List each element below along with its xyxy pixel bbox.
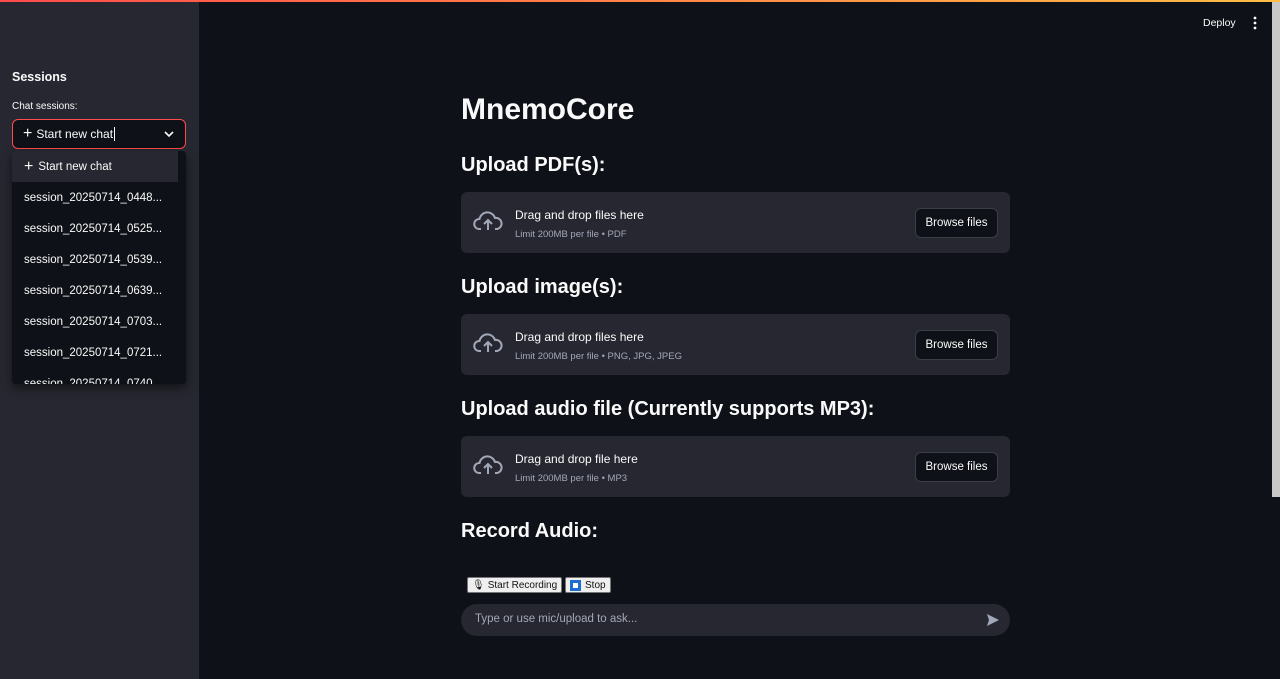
dropzone-instructions: Drag and drop files here <box>515 330 644 344</box>
select-value: Start new chat <box>36 127 114 141</box>
browse-files-button[interactable]: Browse files <box>915 208 998 238</box>
browse-files-button[interactable]: Browse files <box>915 330 998 360</box>
dropzone-instructions: Drag and drop files here <box>515 208 644 222</box>
pdf-upload-heading: Upload PDF(s): <box>461 154 606 176</box>
cloud-upload-icon <box>473 211 503 230</box>
session-dropdown-list: + Start new chat session_20250714_0448..… <box>12 151 186 384</box>
record-audio-heading: Record Audio: <box>461 520 599 542</box>
dropzone-limit: Limit 200MB per file • PDF <box>515 229 627 240</box>
option-session[interactable]: session_20250714_0448... <box>12 182 186 213</box>
image-upload-heading: Upload image(s): <box>461 276 624 298</box>
start-recording-label: Start Recording <box>487 579 558 591</box>
option-session[interactable]: session_20250714_0721... <box>12 337 186 368</box>
option-start-new-chat[interactable]: + Start new chat <box>12 151 178 182</box>
dropzone-limit: Limit 200MB per file • MP3 <box>515 473 628 484</box>
start-recording-button[interactable]: 🎙 Start Recording <box>467 577 563 593</box>
stop-icon <box>570 579 581 591</box>
option-session[interactable]: session_20250714_0639... <box>12 275 186 306</box>
main-menu-icon[interactable] <box>1252 16 1258 30</box>
page-scrollbar[interactable] <box>1272 2 1280 497</box>
chevron-down-icon[interactable] <box>163 128 175 140</box>
cloud-upload-icon <box>473 455 503 474</box>
option-session[interactable]: session_20250714_0525... <box>12 213 186 244</box>
option-session[interactable]: session_20250714_0539... <box>12 244 186 275</box>
page-title: MnemoCore <box>461 93 635 126</box>
dropzone-limit: Limit 200MB per file • PNG, JPG, JPEG <box>515 351 682 362</box>
audio-upload-heading: Upload audio file (Currently supports MP… <box>461 398 875 420</box>
option-session[interactable]: session_20250714_0740... <box>12 368 186 385</box>
audio-dropzone[interactable]: Drag and drop file here Limit 200MB per … <box>461 436 1010 497</box>
image-dropzone[interactable]: Drag and drop files here Limit 200MB per… <box>461 314 1010 375</box>
stop-label: Stop <box>585 579 606 591</box>
chat-input[interactable]: Type or use mic/upload to ask... <box>461 604 1010 636</box>
cloud-upload-icon <box>473 333 503 352</box>
option-session[interactable]: session_20250714_0703... <box>12 306 186 337</box>
text-cursor <box>114 127 116 141</box>
pdf-dropzone[interactable]: Drag and drop files here Limit 200MB per… <box>461 192 1010 253</box>
microphone-icon: 🎙 <box>472 579 485 591</box>
stop-recording-button[interactable]: Stop <box>565 577 611 593</box>
chat-sessions-label: Chat sessions: <box>12 101 78 112</box>
browse-files-button[interactable]: Browse files <box>915 452 998 482</box>
plus-icon: + <box>24 157 34 175</box>
chat-session-select[interactable]: + Start new chat <box>12 119 186 149</box>
chat-input-placeholder: Type or use mic/upload to ask... <box>475 613 638 625</box>
option-label: Start new chat <box>38 160 112 173</box>
deploy-button[interactable]: Deploy <box>1203 17 1236 29</box>
plus-icon: + <box>23 125 33 142</box>
sidebar-title: Sessions <box>12 70 67 84</box>
dropzone-instructions: Drag and drop file here <box>515 452 638 466</box>
send-icon[interactable] <box>986 613 1000 627</box>
